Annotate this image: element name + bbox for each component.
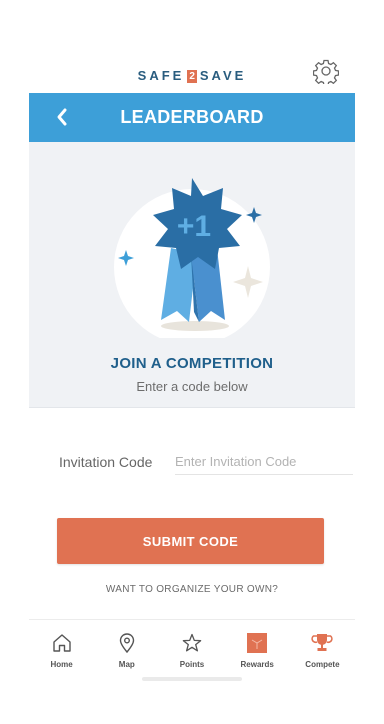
badge-plus-one: +1 <box>177 210 211 243</box>
map-pin-icon <box>119 633 134 654</box>
nav-item-rewards[interactable]: Rewards <box>225 620 290 676</box>
invitation-code-input[interactable] <box>175 448 353 475</box>
nav-label-compete: Compete <box>305 660 340 669</box>
nav-label-points: Points <box>179 660 205 669</box>
home-indicator-bar <box>142 677 242 681</box>
nav-item-points[interactable]: Points <box>159 620 224 676</box>
nav-item-map[interactable]: Map <box>94 620 159 676</box>
nav-label-rewards: Rewards <box>240 660 274 669</box>
organize-own-link[interactable]: WANT TO ORGANIZE YOUR OWN? <box>0 584 384 595</box>
join-competition-hero: +1 JOIN A COMPETITION Enter a code below <box>29 142 355 408</box>
brand-prefix: SAFE <box>137 68 185 83</box>
submit-code-button[interactable]: SUBMIT CODE <box>57 518 324 564</box>
bottom-nav: Home Map Points Rewards Compete <box>29 619 355 676</box>
brand-number: 2 <box>187 70 197 83</box>
settings-gear-icon[interactable] <box>312 58 340 87</box>
page-title: LEADERBOARD <box>120 107 264 127</box>
join-competition-subtitle: Enter a code below <box>136 379 248 394</box>
header-bar: LEADERBOARD <box>29 93 355 142</box>
invitation-code-label: Invitation Code <box>59 454 153 470</box>
brand-suffix: SAVE <box>199 68 247 83</box>
app-screen: SAFE 2 SAVE LEADERBOARD +1 JOIN A COMPET… <box>0 0 384 724</box>
nav-label-map: Map <box>118 660 135 669</box>
gift-icon <box>247 633 268 653</box>
nav-item-home[interactable]: Home <box>29 620 94 676</box>
nav-item-compete[interactable]: Compete <box>290 620 355 676</box>
star-icon <box>182 633 202 652</box>
join-competition-title: JOIN A COMPETITION <box>110 355 274 372</box>
home-icon <box>52 634 71 652</box>
nav-label-home: Home <box>50 660 73 669</box>
trophy-icon <box>311 634 334 651</box>
ribbon-badge-illustration: +1 <box>114 178 270 338</box>
